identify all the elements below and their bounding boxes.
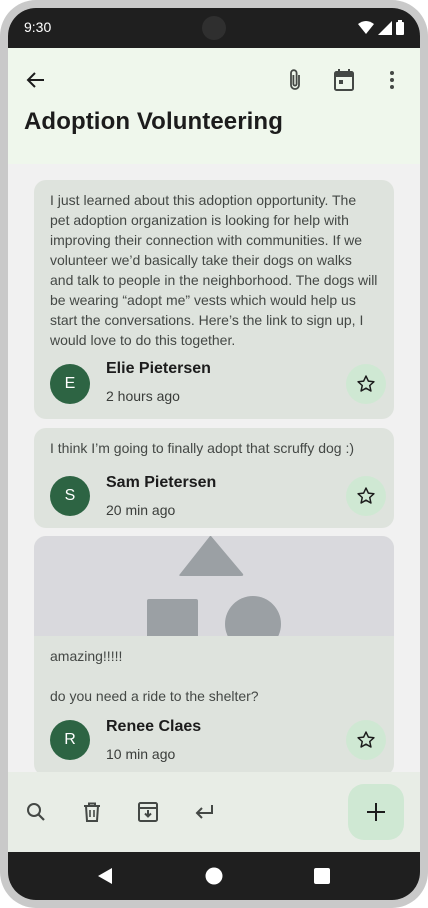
star-button[interactable]: [346, 476, 386, 516]
reply-button[interactable]: [184, 792, 224, 832]
reply-icon: [195, 805, 213, 819]
page-title: Adoption Volunteering: [24, 108, 283, 135]
status-time: 9:30: [24, 19, 52, 35]
status-icons: [358, 20, 404, 35]
message-time: 10 min ago: [106, 746, 176, 762]
more-options-button[interactable]: [372, 60, 412, 100]
author-row: R Renee Claes 10 min ago: [34, 704, 394, 772]
plus-icon: [367, 803, 385, 821]
message-text: amazing!!!!!: [50, 648, 123, 664]
message-card[interactable]: I think I’m going to finally adopt that …: [34, 428, 394, 528]
message-body: amazing!!!!! do you need a ride to the s…: [34, 636, 394, 706]
message-text: do you need a ride to the shelter?: [50, 688, 259, 704]
calendar-icon: [334, 69, 354, 91]
nav-recents-icon[interactable]: [314, 868, 330, 884]
trash-icon: [84, 802, 100, 822]
star-outline-icon: [357, 487, 375, 504]
star-outline-icon: [357, 731, 375, 748]
message-time: 2 hours ago: [106, 388, 180, 404]
nav-back-icon[interactable]: [97, 867, 113, 885]
message-card[interactable]: amazing!!!!! do you need a ride to the s…: [34, 536, 394, 772]
message-list: I just learned about this adoption oppor…: [8, 164, 420, 772]
status-bar: 9:30: [8, 8, 420, 48]
attach-button[interactable]: [275, 60, 315, 100]
author-name: Sam Pietersen: [106, 474, 217, 491]
arrow-back-icon: [26, 72, 44, 88]
top-app-bar: Adoption Volunteering: [8, 48, 420, 164]
star-button[interactable]: [346, 364, 386, 404]
message-card[interactable]: I just learned about this adoption oppor…: [34, 180, 394, 419]
delete-button[interactable]: [72, 792, 112, 832]
nav-home-icon[interactable]: [205, 867, 223, 885]
add-fab[interactable]: [348, 784, 404, 840]
avatar: R: [50, 720, 90, 760]
wifi-icon: [358, 20, 374, 34]
image-placeholder: [34, 536, 394, 636]
screen: 9:30 Adoption Volunteering I just learne…: [8, 8, 420, 900]
author-name: Elie Pietersen: [106, 360, 211, 377]
star-button[interactable]: [346, 720, 386, 760]
message-body: I just learned about this adoption oppor…: [34, 180, 394, 350]
device-frame: 9:30 Adoption Volunteering I just learne…: [0, 0, 428, 908]
archive-icon: [138, 802, 158, 822]
battery-icon: [396, 20, 404, 35]
more-vert-icon: [390, 71, 394, 89]
bottom-app-bar: [8, 772, 420, 852]
back-button[interactable]: [16, 60, 56, 100]
shapes-placeholder-image: [147, 536, 281, 636]
avatar: S: [50, 476, 90, 516]
signal-icon: [378, 20, 392, 35]
message-time: 20 min ago: [106, 502, 176, 518]
message-text: I just learned about this adoption oppor…: [50, 192, 378, 348]
camera-cutout: [202, 16, 226, 40]
star-outline-icon: [357, 375, 375, 392]
calendar-button[interactable]: [324, 60, 364, 100]
author-row: E Elie Pietersen 2 hours ago: [34, 343, 394, 419]
search-icon: [27, 803, 45, 821]
search-button[interactable]: [16, 792, 56, 832]
archive-button[interactable]: [128, 792, 168, 832]
system-nav-bar: [8, 852, 420, 900]
author-row: S Sam Pietersen 20 min ago: [34, 452, 394, 528]
paperclip-icon: [290, 69, 300, 90]
avatar: E: [50, 364, 90, 404]
author-name: Renee Claes: [106, 718, 202, 735]
